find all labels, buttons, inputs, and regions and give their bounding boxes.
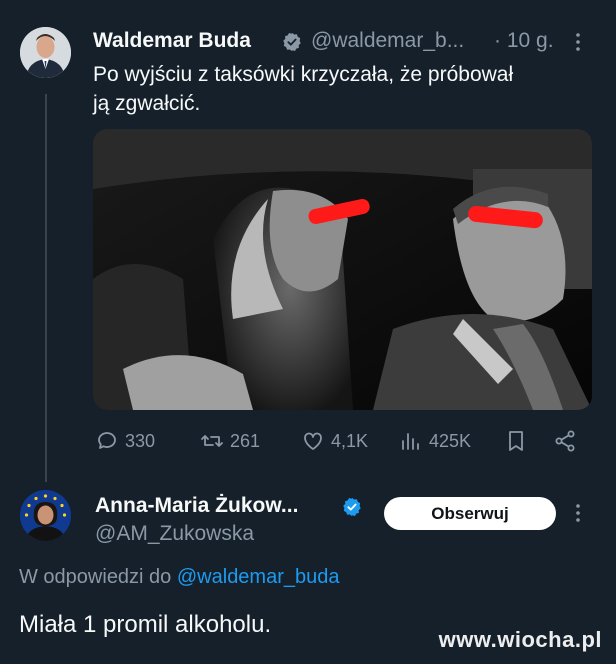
views-count: 425K	[429, 430, 472, 451]
more-options-icon[interactable]	[567, 502, 589, 524]
reply-avatar[interactable]	[20, 490, 71, 541]
reply-count: 330	[125, 430, 156, 451]
avatar[interactable]	[20, 27, 71, 78]
tweet-text-line-1: Po wyjściu z taksówki krzyczała, że prób…	[93, 63, 514, 86]
verified-badge-icon	[283, 32, 301, 52]
share-icon	[555, 430, 575, 452]
reply-author-handle[interactable]: @AM_Zukowska	[95, 522, 254, 546]
replying-to-mention-link[interactable]: @waldemar_buda	[177, 566, 340, 588]
replying-to-line: W odpowiedzi do @waldemar_buda	[19, 566, 340, 589]
bookmark-icon	[509, 431, 523, 451]
reply-action[interactable]: 330	[95, 428, 155, 454]
like-count: 4,1K	[331, 430, 369, 451]
follow-button[interactable]: Obserwuj	[384, 497, 556, 530]
retweet-icon	[201, 435, 223, 447]
views-action[interactable]: 425K	[399, 428, 471, 454]
share-action[interactable]	[553, 428, 577, 454]
watermark: www.wiocha.pl	[438, 627, 602, 652]
retweet-action[interactable]: 261	[200, 428, 260, 454]
author-handle[interactable]: @waldemar_b...	[311, 29, 464, 53]
tweet-media-image[interactable]	[93, 129, 592, 410]
retweet-count: 261	[230, 430, 261, 451]
verified-badge-icon	[343, 497, 361, 517]
tweet-time[interactable]: · 10 g.	[494, 29, 554, 53]
reply-icon	[98, 432, 116, 449]
bookmark-action[interactable]	[504, 428, 528, 454]
views-icon	[402, 433, 419, 450]
thread-connector-line	[45, 94, 47, 482]
reply-text: Miała 1 promil alkoholu.	[19, 611, 272, 638]
more-options-icon[interactable]	[567, 31, 589, 53]
tweet-text-line-2: ją zgwałcić.	[93, 92, 201, 115]
reply-author-name[interactable]: Anna-Maria Żukow...	[95, 494, 298, 518]
like-icon	[304, 432, 322, 450]
author-name[interactable]: Waldemar Buda	[93, 29, 251, 53]
like-action[interactable]: 4,1K	[301, 428, 368, 454]
replying-to-prefix: W odpowiedzi do	[19, 566, 177, 588]
